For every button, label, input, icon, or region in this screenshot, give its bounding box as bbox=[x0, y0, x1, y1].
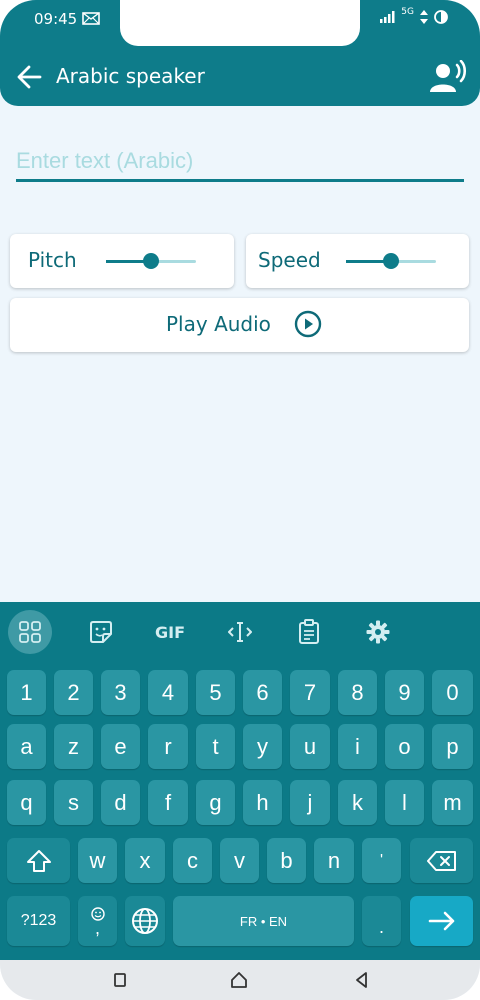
key-w[interactable]: w bbox=[78, 838, 117, 883]
play-audio-button[interactable]: Play Audio bbox=[10, 298, 469, 352]
space-bar[interactable]: FR • EN bbox=[173, 896, 354, 946]
key-g[interactable]: g bbox=[196, 780, 235, 825]
comma-label: , bbox=[94, 918, 100, 938]
text-cursor-button[interactable] bbox=[218, 610, 262, 654]
key-c[interactable]: c bbox=[173, 838, 212, 883]
key-d[interactable]: d bbox=[101, 780, 140, 825]
key-p[interactable]: p bbox=[432, 724, 473, 769]
sticker-button[interactable] bbox=[79, 610, 123, 654]
symbols-key[interactable]: ?123 bbox=[7, 896, 70, 946]
key-k[interactable]: k bbox=[338, 780, 377, 825]
text-cursor-icon bbox=[228, 622, 252, 642]
key-apostrophe[interactable]: ' bbox=[362, 838, 401, 883]
key-i[interactable]: i bbox=[338, 724, 377, 769]
speed-slider-thumb[interactable] bbox=[383, 253, 399, 269]
network-type: 5G bbox=[401, 7, 414, 17]
key-4[interactable]: 4 bbox=[148, 670, 188, 715]
key-l[interactable]: l bbox=[385, 780, 424, 825]
keyboard-toolbar: GIF bbox=[0, 602, 480, 662]
gear-icon bbox=[366, 620, 390, 644]
key-9[interactable]: 9 bbox=[385, 670, 424, 715]
apps-grid-button[interactable] bbox=[8, 610, 52, 654]
arabic-text-input[interactable]: Enter text (Arabic) bbox=[16, 140, 464, 182]
arrow-right-icon bbox=[428, 911, 454, 931]
key-5[interactable]: 5 bbox=[196, 670, 235, 715]
voice-speaker-icon[interactable] bbox=[430, 60, 468, 94]
key-0[interactable]: 0 bbox=[432, 670, 473, 715]
backspace-icon bbox=[426, 850, 456, 871]
mail-icon bbox=[82, 12, 100, 25]
recents-icon[interactable] bbox=[110, 970, 130, 990]
home-icon[interactable] bbox=[229, 970, 249, 990]
key-6[interactable]: 6 bbox=[243, 670, 282, 715]
status-icons: 5G bbox=[380, 7, 448, 24]
key-e[interactable]: e bbox=[101, 724, 140, 769]
status-time: 09:45 bbox=[34, 10, 78, 28]
key-y[interactable]: y bbox=[243, 724, 282, 769]
app-header: 09:45 5G Arabic speaker bbox=[0, 0, 480, 106]
input-placeholder: Enter text (Arabic) bbox=[16, 148, 194, 173]
speed-label: Speed bbox=[258, 248, 321, 272]
key-2[interactable]: 2 bbox=[54, 670, 93, 715]
shift-key[interactable] bbox=[7, 838, 70, 883]
enter-key[interactable] bbox=[410, 896, 473, 946]
key-3[interactable]: 3 bbox=[101, 670, 140, 715]
key-s[interactable]: s bbox=[54, 780, 93, 825]
signal-icon bbox=[380, 11, 395, 23]
key-x[interactable]: x bbox=[125, 838, 165, 883]
key-r[interactable]: r bbox=[148, 724, 188, 769]
clipboard-icon bbox=[299, 619, 319, 644]
key-m[interactable]: m bbox=[432, 780, 473, 825]
key-7[interactable]: 7 bbox=[290, 670, 330, 715]
gif-button[interactable]: GIF bbox=[148, 610, 192, 654]
key-z[interactable]: z bbox=[54, 724, 93, 769]
globe-icon bbox=[132, 908, 158, 934]
key-u[interactable]: u bbox=[290, 724, 330, 769]
key-t[interactable]: t bbox=[196, 724, 235, 769]
emoji-comma-key[interactable]: , bbox=[78, 896, 117, 946]
data-transfer-icon bbox=[420, 10, 428, 24]
pitch-label: Pitch bbox=[28, 248, 77, 272]
key-b[interactable]: b bbox=[267, 838, 306, 883]
play-audio-label: Play Audio bbox=[166, 312, 271, 336]
key-j[interactable]: j bbox=[290, 780, 330, 825]
speed-slider[interactable] bbox=[346, 253, 436, 269]
phone-screen: 09:45 5G Arabic speaker Enter text (Arab… bbox=[0, 0, 480, 1000]
gif-label: GIF bbox=[154, 622, 185, 642]
speed-card: Speed bbox=[246, 234, 469, 288]
period-key[interactable]: . bbox=[362, 896, 401, 946]
back-arrow-icon[interactable] bbox=[16, 64, 42, 90]
pitch-card: Pitch bbox=[10, 234, 234, 288]
battery-saver-icon bbox=[434, 10, 448, 24]
key-8[interactable]: 8 bbox=[338, 670, 377, 715]
backspace-key[interactable] bbox=[410, 838, 473, 883]
key-f[interactable]: f bbox=[148, 780, 188, 825]
key-v[interactable]: v bbox=[220, 838, 259, 883]
clipboard-button[interactable] bbox=[287, 610, 331, 654]
key-1[interactable]: 1 bbox=[7, 670, 46, 715]
language-key[interactable] bbox=[125, 896, 165, 946]
back-triangle-icon[interactable] bbox=[352, 970, 372, 990]
sticker-icon bbox=[90, 621, 112, 643]
pitch-slider-thumb[interactable] bbox=[143, 253, 159, 269]
system-navigation-bar bbox=[0, 960, 480, 1000]
keyboard-settings-button[interactable] bbox=[356, 610, 400, 654]
page-title: Arabic speaker bbox=[56, 64, 205, 88]
pitch-slider[interactable] bbox=[106, 253, 196, 269]
play-circle-icon bbox=[294, 310, 322, 338]
soft-keyboard: GIF 1 2 3 4 5 6 7 8 9 0 a z e r t y u i … bbox=[0, 602, 480, 960]
grid-icon bbox=[19, 621, 41, 643]
key-o[interactable]: o bbox=[385, 724, 424, 769]
key-n[interactable]: n bbox=[314, 838, 354, 883]
key-q[interactable]: q bbox=[7, 780, 46, 825]
camera-notch bbox=[120, 0, 360, 46]
key-a[interactable]: a bbox=[7, 724, 46, 769]
shift-icon bbox=[26, 849, 51, 872]
key-h[interactable]: h bbox=[243, 780, 282, 825]
